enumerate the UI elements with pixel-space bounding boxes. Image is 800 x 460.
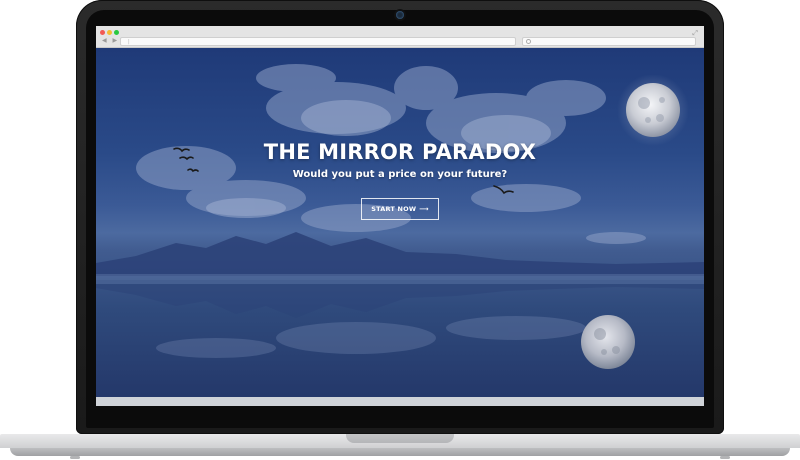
laptop-mockup: ◀ ▶ | ⤢ THE MIRROR PARADOX Would you put…: [0, 0, 800, 460]
page-footer-strip: [96, 397, 704, 406]
green-dot-icon[interactable]: [114, 30, 119, 35]
start-now-label: START NOW: [371, 205, 417, 213]
search-icon: [526, 39, 531, 44]
laptop-screen: ◀ ▶ | ⤢ THE MIRROR PARADOX Would you put…: [96, 26, 704, 406]
laptop-notch: [346, 434, 454, 443]
address-bar[interactable]: |: [120, 37, 516, 46]
laptop-foot: [720, 456, 730, 459]
hero-background: [96, 64, 704, 369]
laptop-base-bottom: [10, 448, 790, 456]
browser-toolbar: ◀ ▶ | ⤢: [96, 26, 704, 48]
moon-icon: [626, 83, 680, 137]
mountains-reflection: [96, 280, 704, 318]
back-forward-icon[interactable]: ◀ ▶: [102, 37, 119, 44]
start-now-button[interactable]: START NOW ⟶: [361, 198, 439, 220]
hero-section: THE MIRROR PARADOX Would you put a price…: [96, 48, 704, 397]
hero-title: THE MIRROR PARADOX: [263, 140, 537, 164]
expand-icon[interactable]: ⤢: [692, 29, 698, 38]
red-dot-icon[interactable]: [100, 30, 105, 35]
browser-search-field[interactable]: [522, 37, 696, 46]
arrow-right-icon: ⟶: [419, 205, 429, 213]
yellow-dot-icon[interactable]: [107, 30, 112, 35]
laptop-foot: [70, 456, 80, 459]
address-cursor: |: [128, 39, 130, 45]
camera-icon: [396, 11, 404, 19]
hero-subtitle: Would you put a price on your future?: [292, 169, 508, 180]
moon-reflection-icon: [581, 315, 635, 369]
